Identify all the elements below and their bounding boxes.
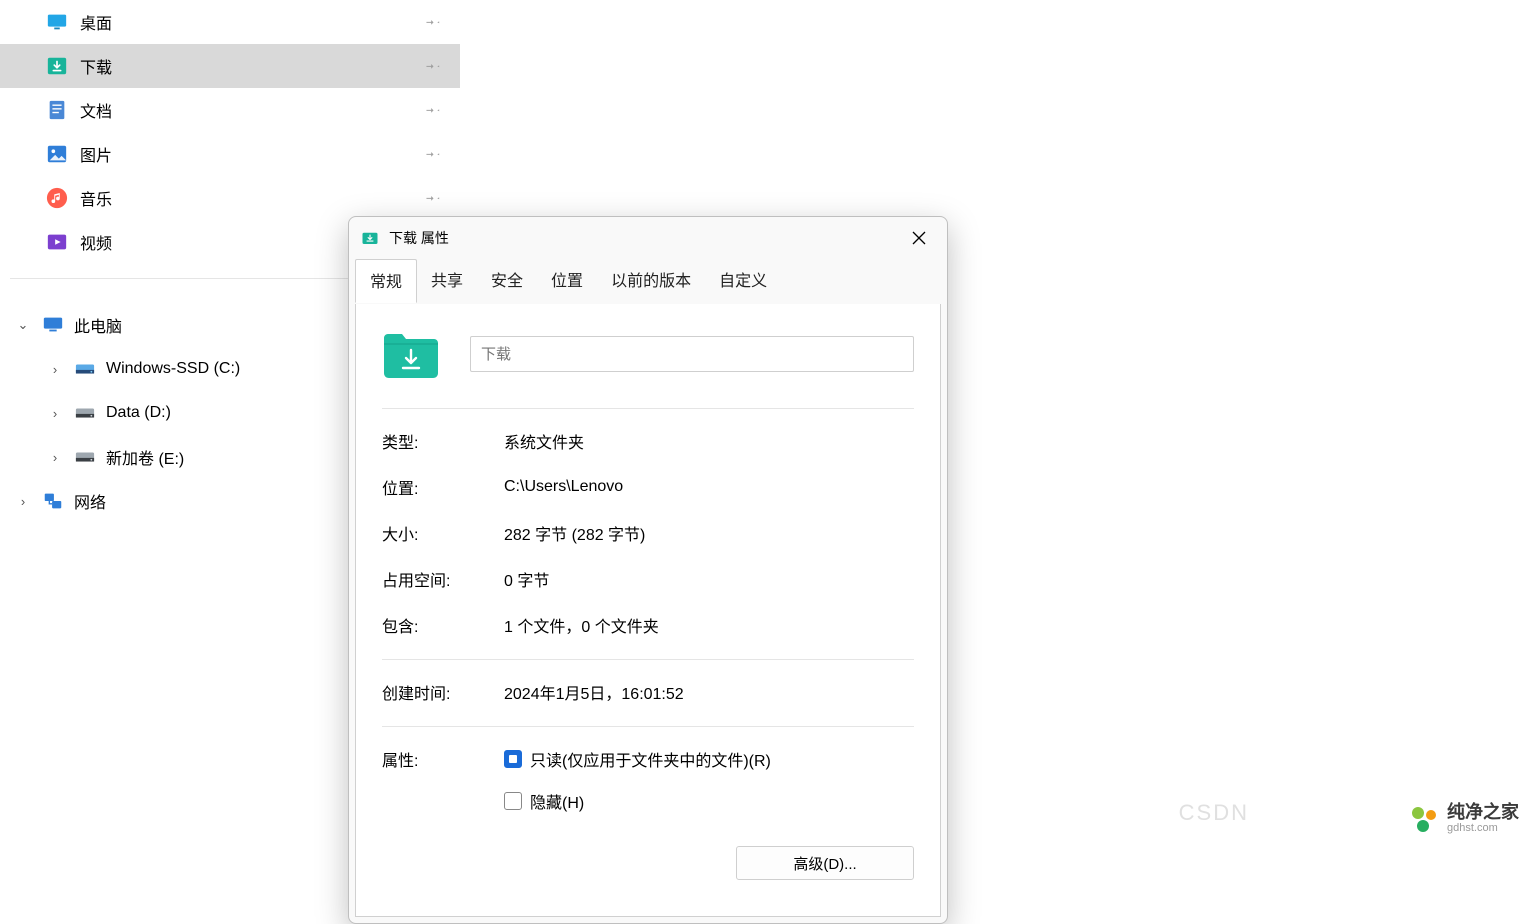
sidebar-item-music[interactable]: 音乐 [0,176,460,220]
chevron-right-icon[interactable]: › [14,494,32,509]
label-contains: 包含: [382,613,504,637]
brand-logo-icon [1409,804,1439,834]
brand-subtitle: gdhst.com [1447,823,1519,834]
download-folder-icon [361,229,379,247]
brand-title: 纯净之家 [1447,803,1519,821]
watermark-brand: 纯净之家 gdhst.com [1409,803,1519,834]
pin-icon[interactable] [426,56,442,77]
label-attributes: 属性: [382,747,504,813]
advanced-button[interactable]: 高级(D)... [736,846,914,880]
pin-icon[interactable] [426,12,442,33]
tab-customize[interactable]: 自定义 [705,259,781,303]
drive-icon [74,402,96,424]
separator [382,726,914,727]
pin-icon[interactable] [426,100,442,121]
sidebar-item-label: 图片 [80,142,112,166]
readonly-label: 只读(仅应用于文件夹中的文件)(R) [530,747,771,771]
dialog-tabs: 常规 共享 安全 位置 以前的版本 自定义 [349,259,947,304]
dialog-titlebar[interactable]: 下载 属性 [349,217,947,259]
tree-label: Windows-SSD (C:) [106,360,240,378]
label-type: 类型: [382,429,504,453]
tab-location[interactable]: 位置 [537,259,597,303]
sidebar-item-label: 视频 [80,230,112,254]
label-size: 大小: [382,521,504,545]
hidden-label: 隐藏(H) [530,789,584,813]
ssd-icon [74,358,96,380]
tab-security[interactable]: 安全 [477,259,537,303]
chevron-right-icon[interactable]: › [46,362,64,377]
label-size-on-disk: 占用空间: [382,567,504,591]
value-size: 282 字节 (282 字节) [504,521,645,545]
separator [382,408,914,409]
tree-label: 此电脑 [74,313,122,337]
sidebar-item-pictures[interactable]: 图片 [0,132,460,176]
sidebar-item-label: 桌面 [80,10,112,34]
tree-label: Data (D:) [106,404,171,422]
value-created: 2024年1月5日，16:01:52 [504,680,684,704]
folder-name-input[interactable] [470,336,914,372]
document-icon [46,99,68,121]
tab-general[interactable]: 常规 [355,259,417,303]
network-icon [42,490,64,512]
pc-icon [42,314,64,336]
tree-label: 网络 [74,489,106,513]
chevron-right-icon[interactable]: › [46,406,64,421]
video-icon [46,231,68,253]
sidebar-item-label: 文档 [80,98,112,122]
sidebar-item-downloads[interactable]: 下载 [0,44,460,88]
download-icon [46,55,68,77]
picture-icon [46,143,68,165]
tab-body-general: 类型:系统文件夹 位置:C:\Users\Lenovo 大小:282 字节 (2… [355,304,941,917]
tab-previous-versions[interactable]: 以前的版本 [597,259,705,303]
label-location: 位置: [382,475,504,499]
value-size-on-disk: 0 字节 [504,567,549,591]
download-folder-large-icon [382,328,440,380]
value-location: C:\Users\Lenovo [504,478,623,496]
value-contains: 1 个文件，0 个文件夹 [504,613,659,637]
separator [382,659,914,660]
tab-sharing[interactable]: 共享 [417,259,477,303]
label-created: 创建时间: [382,680,504,704]
pin-icon[interactable] [426,144,442,165]
tree-label: 新加卷 (E:) [106,445,184,469]
sidebar-item-desktop[interactable]: 桌面 [0,0,460,44]
pin-icon[interactable] [426,188,442,209]
value-type: 系统文件夹 [504,429,584,453]
music-icon [46,187,68,209]
readonly-checkbox[interactable] [504,750,522,768]
drive-icon [74,446,96,468]
properties-dialog: 下载 属性 常规 共享 安全 位置 以前的版本 自定义 [348,216,948,924]
sidebar-item-label: 音乐 [80,186,112,210]
desktop-icon [46,11,68,33]
close-icon [912,231,926,245]
hidden-checkbox[interactable] [504,792,522,810]
sidebar-item-documents[interactable]: 文档 [0,88,460,132]
sidebar-item-label: 下载 [80,54,112,78]
dialog-title: 下载 属性 [389,228,887,248]
watermark-csdn: CSDN [1179,800,1249,826]
chevron-down-icon[interactable]: ⌄ [14,317,32,333]
chevron-right-icon[interactable]: › [46,450,64,465]
close-button[interactable] [897,222,941,254]
